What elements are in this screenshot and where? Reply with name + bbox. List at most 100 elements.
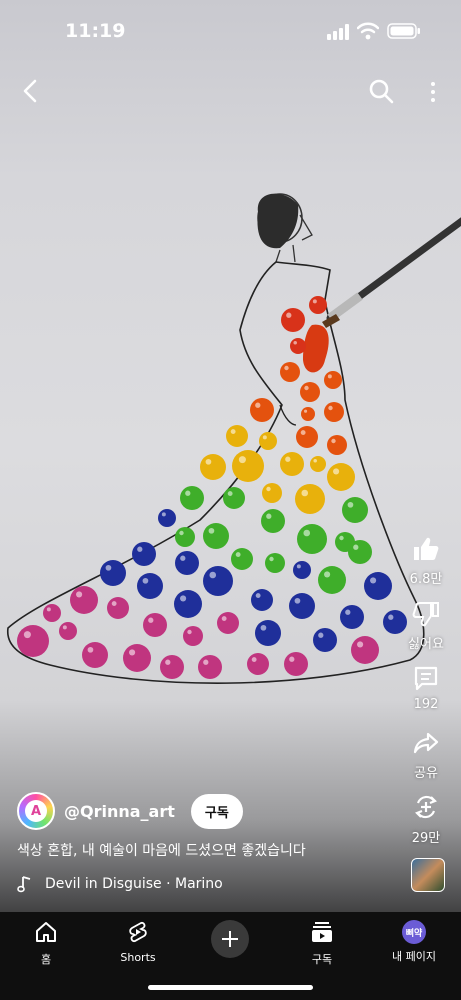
paint-dot-highlight	[285, 456, 291, 462]
more-vert-icon[interactable]	[424, 80, 442, 104]
remix-button[interactable]: 29만	[391, 793, 461, 846]
paint-dot-highlight	[303, 529, 311, 537]
paint-dot	[232, 450, 264, 482]
paint-dot	[262, 483, 282, 503]
avatar-letter: A	[25, 800, 47, 822]
search-icon[interactable]	[368, 78, 394, 104]
paint-dot	[203, 523, 229, 549]
music-note-icon	[17, 876, 31, 893]
nav-subscriptions[interactable]: 구독	[287, 920, 357, 967]
paint-dot-highlight	[148, 617, 154, 623]
paint-dot	[297, 524, 327, 554]
paint-dot-highlight	[230, 429, 236, 435]
paint-dot-highlight	[46, 607, 51, 612]
nav-me[interactable]: 삐약 내 페이지	[379, 920, 449, 964]
paint-dot-highlight	[23, 631, 31, 639]
paint-dot	[296, 426, 318, 448]
paint-dot-highlight	[293, 341, 297, 345]
battery-icon	[387, 23, 420, 39]
paint-dot-highlight	[137, 546, 143, 552]
paint-dot-highlight	[203, 659, 209, 665]
paint-dot	[143, 613, 167, 637]
subscribe-button[interactable]: 구독	[190, 793, 243, 829]
nav-subscriptions-label: 구독	[311, 953, 333, 966]
channel-handle[interactable]: @Qrinna_art	[64, 802, 175, 821]
paint-dot-highlight	[221, 616, 227, 622]
video-caption[interactable]: 색상 혼합, 내 예술이 마음에 드셨으면 좋겠습니다	[17, 840, 306, 860]
like-count: 6.8만	[409, 572, 443, 587]
paint-dot	[107, 597, 129, 619]
paint-dot-highlight	[179, 530, 184, 536]
subscriptions-icon	[312, 922, 332, 942]
paint-dot	[180, 486, 204, 510]
like-button[interactable]: 6.8만	[391, 536, 461, 587]
paint-dot	[364, 572, 392, 600]
paint-dot-highlight	[105, 564, 112, 571]
music-title: Devil in Disguise · Marino	[45, 876, 223, 892]
paint-dot	[82, 642, 108, 668]
paint-dot-highlight	[87, 646, 94, 653]
channel-avatar[interactable]: A	[17, 792, 55, 830]
home-icon	[36, 922, 56, 942]
paint-dot-highlight	[185, 490, 191, 496]
paint-dot	[318, 566, 346, 594]
paint-dot	[351, 636, 379, 664]
paint-dot-highlight	[76, 591, 83, 598]
paint-dot	[137, 573, 163, 599]
paint-dot-highlight	[62, 625, 67, 630]
paint-dot	[70, 586, 98, 614]
paint-dot-highlight	[294, 597, 301, 604]
share-label: 공유	[414, 766, 438, 781]
paint-dot-highlight	[370, 577, 377, 584]
shorts-player[interactable]: 11:19 6.8만 싫어요 192 공유 29만 A @Qrinna_art …	[0, 0, 461, 1000]
nav-home-label: 홈	[40, 953, 52, 966]
paint-dot	[310, 456, 326, 472]
paint-dot	[217, 612, 239, 634]
paint-dot	[17, 625, 49, 657]
comments-button[interactable]: 192	[391, 665, 461, 712]
sound-thumbnail[interactable]	[411, 858, 445, 892]
music-row[interactable]: Devil in Disguise · Marino	[17, 875, 223, 893]
share-button[interactable]: 공유	[391, 730, 461, 781]
channel-row: A @Qrinna_art 구독	[17, 792, 243, 830]
paint-dot-highlight	[266, 486, 271, 492]
paint-dot-highlight	[209, 571, 217, 579]
comment-count: 192	[413, 697, 439, 712]
paint-dot	[123, 644, 151, 672]
paint-dot	[340, 605, 364, 629]
paint-dot	[301, 407, 315, 421]
paint-dot-highlight	[357, 641, 364, 648]
wifi-icon	[357, 22, 379, 40]
nav-home[interactable]: 홈	[11, 920, 81, 967]
paint-dot	[250, 398, 274, 422]
back-icon[interactable]	[18, 78, 44, 104]
shorts-icon	[129, 921, 147, 943]
paint-dot	[290, 338, 306, 354]
paint-dot-highlight	[301, 489, 309, 497]
paint-dot-highlight	[296, 564, 301, 569]
paint-dot-highlight	[251, 657, 257, 663]
paint-dot-highlight	[187, 629, 192, 635]
paint-dot-highlight	[324, 571, 331, 578]
paint-dot	[203, 566, 233, 596]
paint-dot-highlight	[238, 456, 246, 464]
paint-dot-highlight	[260, 624, 267, 631]
dislike-button[interactable]: 싫어요	[391, 601, 461, 652]
paint-dot	[223, 487, 245, 509]
paint-dot	[158, 509, 176, 527]
paint-dot-highlight	[180, 555, 186, 561]
paint-dot-highlight	[262, 435, 267, 440]
paint-dot-highlight	[266, 513, 272, 519]
paint-dot-highlight	[304, 409, 308, 413]
create-button[interactable]	[211, 920, 249, 958]
paint-dot-highlight	[142, 577, 149, 584]
paint-dot-highlight	[333, 468, 340, 475]
paint-dot	[280, 362, 300, 382]
nav-shorts[interactable]: Shorts	[103, 920, 173, 964]
paint-dot-highlight	[165, 659, 171, 665]
paint-dot	[293, 561, 311, 579]
paint-dot	[160, 655, 184, 679]
paint-dot	[251, 589, 273, 611]
paint-dot-highlight	[111, 601, 117, 607]
remix-count: 29만	[411, 831, 441, 846]
